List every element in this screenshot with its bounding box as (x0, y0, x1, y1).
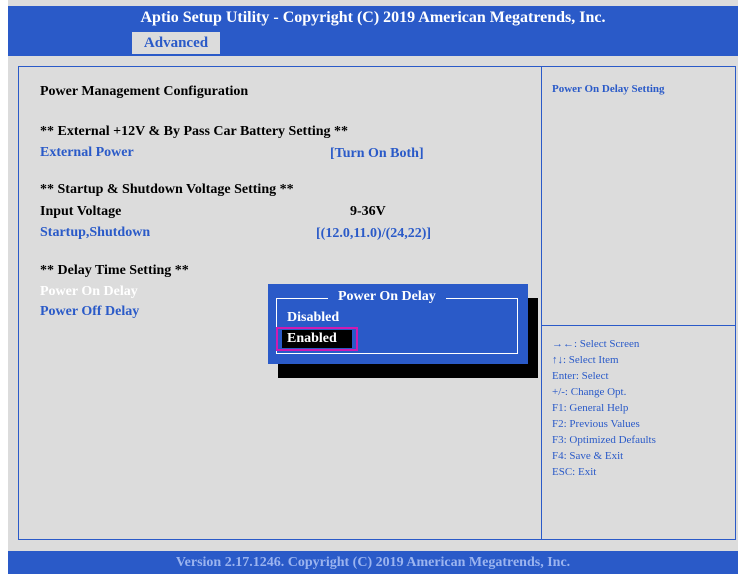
section-title: Power Management Configuration (40, 84, 249, 99)
startup-shutdown-value[interactable]: [(12.0,11.0)/(24,22)] (316, 226, 431, 242)
key-optimized-defaults: F3: Optimized Defaults (552, 434, 656, 446)
key-change-opt: +/-: Change Opt. (552, 386, 627, 398)
power-off-delay-label[interactable]: Power Off Delay (40, 304, 139, 320)
external-power-label[interactable]: External Power (40, 145, 134, 161)
key-enter-select: Enter: Select (552, 370, 609, 382)
external-power-value[interactable]: [Turn On Both] (330, 146, 424, 162)
key-select-screen: →←: Select Screen (552, 338, 640, 350)
input-voltage-label: Input Voltage (40, 204, 122, 219)
key-save-exit: F4: Save & Exit (552, 450, 624, 462)
help-divider (541, 325, 736, 326)
power-on-delay-label[interactable]: Power On Delay (40, 284, 138, 300)
option-disabled[interactable]: Disabled (287, 310, 339, 326)
startup-shutdown-label[interactable]: Startup,Shutdown (40, 225, 150, 241)
selection-highlight (276, 327, 358, 351)
key-general-help: F1: General Help (552, 402, 629, 414)
key-previous-values: F2: Previous Values (552, 418, 640, 430)
input-voltage-value: 9-36V (350, 204, 386, 219)
key-legend: →←: Select Screen ↑↓: Select Item Enter:… (552, 336, 656, 480)
key-select-item: ↑↓: Select Item (552, 354, 619, 366)
tab-row: Advanced (8, 30, 738, 56)
group-heading-voltage: ** Startup & Shutdown Voltage Setting ** (40, 182, 294, 197)
popup-title: Power On Delay (328, 289, 446, 305)
footer-version: Version 2.17.1246. Copyright (C) 2019 Am… (8, 551, 738, 574)
title-bar: Aptio Setup Utility - Copyright (C) 2019… (8, 6, 738, 30)
group-heading-external: ** External +12V & By Pass Car Battery S… (40, 124, 349, 139)
tab-advanced[interactable]: Advanced (132, 32, 220, 54)
key-exit: ESC: Exit (552, 466, 597, 478)
group-heading-delay: ** Delay Time Setting ** (40, 263, 189, 278)
help-title: Power On Delay Setting (552, 83, 665, 95)
